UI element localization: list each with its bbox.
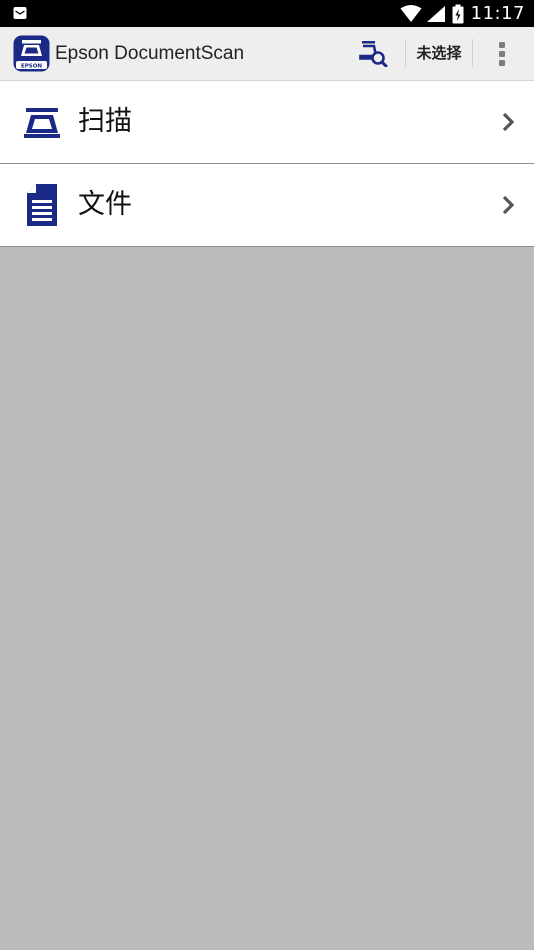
menu-item-scan[interactable]: 扫描 — [0, 81, 534, 164]
app-bar-divider — [472, 39, 473, 67]
status-icons: 11:17 — [400, 0, 534, 27]
scanner-icon — [24, 108, 60, 138]
mail-icon — [13, 7, 27, 19]
epson-app-icon: EPSON — [13, 35, 50, 72]
document-icon — [27, 184, 57, 226]
app-title: Epson DocumentScan — [55, 43, 245, 64]
chevron-right-icon — [502, 112, 515, 132]
scanner-search-icon[interactable] — [358, 39, 388, 67]
chevron-right-icon — [502, 195, 515, 215]
wifi-icon — [400, 4, 422, 22]
app-icon-logo-text: EPSON — [21, 64, 42, 70]
cell-signal-icon — [426, 5, 445, 22]
status-time: 11:17 — [470, 3, 525, 24]
more-vertical-icon[interactable] — [488, 37, 516, 70]
device-select-button[interactable]: 未选择 — [408, 27, 470, 80]
empty-content-area — [0, 247, 534, 950]
status-bar: 11:17 — [0, 0, 534, 27]
menu-item-files[interactable]: 文件 — [0, 164, 534, 247]
battery-icon — [452, 4, 464, 23]
menu-item-label: 扫描 — [78, 106, 132, 137]
app-bar-divider — [405, 39, 406, 67]
menu-item-label: 文件 — [78, 189, 132, 220]
main-menu-list: 扫描 文件 — [0, 81, 534, 247]
app-bar: EPSON Epson DocumentScan 未选择 — [0, 27, 534, 81]
